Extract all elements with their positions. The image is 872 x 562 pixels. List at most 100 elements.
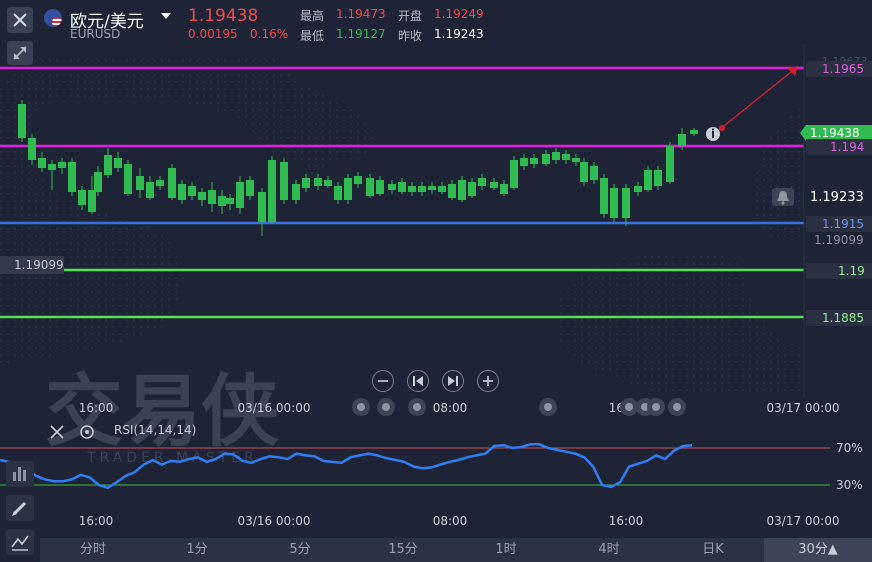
price-tag-low-right: 1.19099 [814, 233, 864, 247]
candle [654, 170, 662, 186]
candle [562, 154, 570, 160]
candle [678, 134, 686, 146]
timeframe-tab-active[interactable]: 30分▲ [764, 538, 872, 562]
zoom-out-button[interactable] [372, 370, 394, 392]
time-label-main-4: 03/17 00:00 [767, 401, 840, 415]
candle [622, 188, 630, 218]
scroll-next-button[interactable] [442, 370, 464, 392]
candle [136, 176, 144, 190]
candle [226, 198, 234, 204]
timeframe-tab[interactable]: 日K [673, 538, 753, 562]
open-value: 1.19249 [434, 7, 484, 21]
line-tool-icon [11, 535, 29, 551]
price-tag-green-2: 1.1885 [806, 310, 872, 326]
price-tag-blue: 1.1915 [806, 216, 872, 232]
price-tag-low-left: 1.19099 [0, 256, 64, 274]
draw-tool-button[interactable] [6, 495, 34, 521]
candle [268, 160, 276, 222]
candle [302, 178, 310, 188]
event-marker[interactable] [539, 398, 557, 416]
trend-arrow-line[interactable] [713, 67, 797, 135]
collapse-button[interactable] [7, 41, 33, 65]
time-label-main-0: 16:00 [79, 401, 114, 415]
candle [468, 182, 476, 196]
candle [580, 162, 588, 182]
candle [428, 186, 436, 190]
timeframe-tab[interactable]: 分时 [53, 538, 133, 562]
candle [510, 160, 518, 188]
candle [104, 155, 112, 175]
low-label: 最低 [300, 29, 325, 43]
chevron-down-icon[interactable] [161, 13, 171, 19]
last-price: 1.19438 [188, 6, 259, 26]
candle [458, 180, 466, 200]
candle [610, 188, 618, 218]
price-tag-green-1: 1.19 [806, 263, 872, 279]
candle [542, 154, 550, 164]
prev-icon [413, 376, 423, 386]
timeframe-tab[interactable]: 5分 [260, 538, 340, 562]
timeframe-tab[interactable]: 1时 [466, 538, 546, 562]
candle [644, 170, 652, 190]
timeframe-tab[interactable]: 4时 [569, 538, 649, 562]
zoom-out-icon [378, 380, 388, 382]
candle [48, 164, 56, 170]
timeframe-tab[interactable]: 1分 [157, 538, 237, 562]
price-tag-magenta-top: 1.1965 [806, 61, 872, 77]
candle [68, 162, 76, 192]
high-label: 最高 [300, 9, 325, 23]
candle [280, 162, 288, 200]
timeframe-tab[interactable]: 15分 [363, 538, 443, 562]
time-label-main-2: 08:00 [433, 401, 468, 415]
event-marker[interactable] [377, 398, 395, 416]
low-value: 1.19127 [336, 27, 386, 41]
open-label: 开盘 [398, 9, 423, 23]
candle [666, 146, 674, 182]
candle [28, 138, 36, 160]
candle [634, 186, 642, 192]
event-marker[interactable] [352, 398, 370, 416]
rsi-level-low: 30% [836, 478, 863, 492]
candle [168, 168, 176, 198]
close-button[interactable] [7, 7, 33, 33]
rsi-level-high: 70% [836, 441, 863, 455]
event-marker[interactable] [668, 398, 686, 416]
candle [438, 186, 446, 192]
candle [572, 158, 580, 162]
event-marker[interactable] [408, 398, 426, 416]
candle [334, 186, 342, 200]
candle [366, 178, 374, 196]
time-label-main-1: 03/16 00:00 [238, 401, 311, 415]
candle [388, 184, 396, 190]
candle [178, 184, 186, 200]
candle [198, 192, 206, 200]
timeframe-bar: 分时 1分 5分 15分 1时 4时 日K 30分▲ [40, 538, 872, 562]
high-value: 1.19473 [336, 7, 386, 21]
candle [38, 158, 46, 168]
candle [590, 166, 598, 180]
alert-bell-icon[interactable] [772, 188, 794, 206]
trend-arrow-start-dot [719, 125, 725, 131]
candle [690, 130, 698, 134]
candle [114, 158, 122, 168]
time-label-rsi-1: 03/16 00:00 [238, 514, 311, 528]
candle [478, 178, 486, 186]
indicator-button[interactable] [6, 461, 34, 487]
candle [58, 162, 66, 168]
scroll-prev-button[interactable] [407, 370, 429, 392]
candlestick-series [18, 100, 698, 236]
indicator-icon [13, 467, 26, 481]
rsi-label: RSI(14,14,14) [114, 423, 196, 437]
candle [156, 180, 164, 186]
candle [208, 190, 216, 204]
price-tag-magenta-mid: 1.194 [806, 139, 872, 155]
event-marker[interactable] [647, 398, 665, 416]
candle [500, 184, 508, 194]
info-icon[interactable] [706, 127, 720, 141]
world-map-background [0, 60, 800, 391]
candle [490, 182, 498, 188]
close-icon [13, 13, 27, 27]
chart-canvas[interactable]: 交易侠 TRADER MASTER 70% 30% RSI(14,14,14) … [0, 0, 872, 562]
line-tool-button[interactable] [6, 529, 34, 555]
zoom-in-button[interactable] [477, 370, 499, 392]
